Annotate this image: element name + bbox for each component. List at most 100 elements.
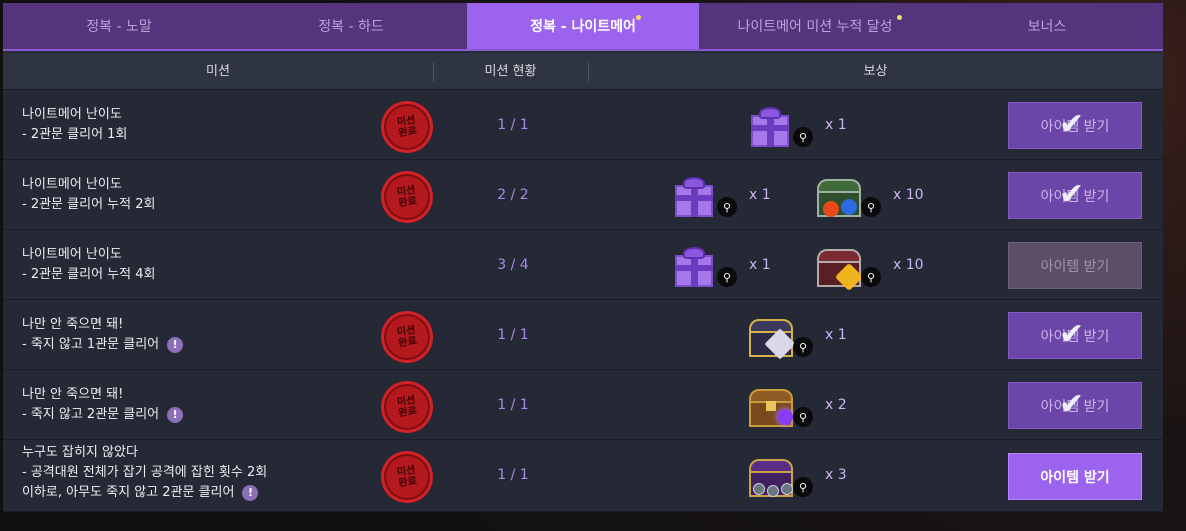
- stamp-text: 완료: [397, 335, 418, 350]
- header-mission: 미션: [206, 64, 230, 79]
- header-status: 미션 현황: [484, 64, 537, 79]
- info-icon[interactable]: !: [167, 406, 184, 423]
- check-icon: ✔: [1059, 107, 1085, 142]
- purple-rune-chest-icon[interactable]: [745, 453, 797, 501]
- mission-row: 누구도 잡히지 않았다 - 공격대원 전체가 잡기 공격에 잡힌 횟수 2회 이…: [3, 441, 1163, 512]
- magnify-icon[interactable]: ⚲: [717, 267, 737, 287]
- reward-slot: ⚲ x 10: [813, 243, 924, 292]
- stamp-text: 완료: [397, 125, 418, 140]
- mission-progress: 1 / 1: [497, 117, 529, 133]
- mission-progress: 1 / 1: [497, 397, 529, 413]
- reward-quantity: x 1: [825, 327, 847, 343]
- mission-panel: 정복 - 노말 정복 - 하드 정복 - 나이트메어 나이트메어 미션 누적 달…: [3, 3, 1163, 512]
- notification-dot: [897, 15, 902, 20]
- tab-label: 정복 - 노말: [86, 19, 152, 35]
- mission-row: 나이트메어 난이도 - 2관문 클리어 누적 4회 3 / 4 ⚲ x 1 ⚲ …: [3, 231, 1163, 300]
- reward-quantity: x 3: [825, 467, 847, 483]
- mission-complete-stamp: 미션 완료: [377, 307, 437, 367]
- mission-complete-stamp: 미션 완료: [377, 167, 437, 227]
- stamp-text: 완료: [397, 195, 418, 210]
- reward-slot: ⚲ x 1: [745, 103, 847, 151]
- claim-item-button[interactable]: 아이템 받기 ✔: [1008, 172, 1142, 219]
- tab-conquest-hard[interactable]: 정복 - 하드: [235, 3, 467, 49]
- magnify-icon[interactable]: ⚲: [861, 267, 881, 287]
- tab-nightmare-cumulative[interactable]: 나이트메어 미션 누적 달성: [699, 3, 931, 49]
- mission-detail: - 2관문 클리어 1회: [22, 127, 128, 142]
- tab-label: 정복 - 하드: [318, 19, 384, 35]
- mission-title: 나이트메어 난이도: [22, 177, 122, 192]
- reward-slot: ⚲ x 1: [669, 243, 771, 291]
- claim-item-button[interactable]: 아이템 받기: [1008, 453, 1142, 500]
- gold-crystal-chest-icon[interactable]: [745, 313, 797, 361]
- reward-quantity: x 10: [893, 187, 924, 203]
- reward-quantity: x 1: [749, 257, 771, 273]
- mission-detail: - 2관문 클리어 누적 2회: [22, 197, 156, 212]
- stamp-text: 완료: [397, 475, 418, 490]
- mission-row: 나만 안 죽으면 돼! - 죽지 않고 2관문 클리어! 미션 완료 1 / 1 …: [3, 371, 1163, 440]
- tab-conquest-nightmare[interactable]: 정복 - 나이트메어: [467, 3, 699, 49]
- mission-description: 누구도 잡히지 않았다 - 공격대원 전체가 잡기 공격에 잡힌 횟수 2회 이…: [22, 443, 267, 503]
- claim-item-button[interactable]: 아이템 받기 ✔: [1008, 382, 1142, 429]
- reward-slot: ⚲ x 3: [745, 453, 847, 501]
- reward-quantity: x 1: [825, 117, 847, 133]
- info-icon[interactable]: !: [167, 336, 184, 353]
- header-reward: 보상: [863, 64, 888, 79]
- mission-description: 나만 안 죽으면 돼! - 죽지 않고 2관문 클리어!: [22, 385, 184, 425]
- mission-row: 나만 안 죽으면 돼! - 죽지 않고 1관문 클리어! 미션 완료 1 / 1 …: [3, 301, 1163, 370]
- mission-complete-stamp: 미션 완료: [377, 447, 437, 507]
- stamp-text: 완료: [397, 405, 418, 420]
- mission-title: 나만 안 죽으면 돼!: [22, 387, 124, 402]
- mission-complete-stamp: 미션 완료: [377, 377, 437, 437]
- mission-title: 나이트메어 난이도: [22, 247, 122, 262]
- mission-row: 나이트메어 난이도 - 2관문 클리어 누적 2회 미션 완료 2 / 2 ⚲ x…: [3, 161, 1163, 230]
- check-icon: ✔: [1059, 387, 1085, 422]
- check-icon: ✔: [1059, 317, 1085, 352]
- tab-bonus[interactable]: 보너스: [931, 3, 1163, 49]
- purple-gift-box-icon[interactable]: [745, 103, 797, 151]
- mission-detail: - 죽지 않고 1관문 클리어: [22, 337, 160, 352]
- reward-slot: ⚲ x 10: [813, 173, 924, 221]
- claim-item-button[interactable]: 아이템 받기: [1008, 242, 1142, 289]
- mission-detail-continued: 이하로, 아무도 죽지 않고 2관문 클리어: [22, 485, 235, 500]
- claim-label: 아이템 받기: [1040, 469, 1110, 486]
- tab-label: 정복 - 나이트메어: [530, 19, 636, 35]
- mission-detail: - 죽지 않고 2관문 클리어: [22, 407, 160, 422]
- reward-quantity: x 1: [749, 187, 771, 203]
- magnify-icon[interactable]: ⚲: [717, 197, 737, 217]
- tab-label: 보너스: [1027, 19, 1067, 35]
- green-gem-chest-icon[interactable]: [813, 173, 865, 221]
- mission-detail: - 2관문 클리어 누적 4회: [22, 267, 156, 282]
- magnify-icon[interactable]: ⚲: [861, 197, 881, 217]
- mission-title: 누구도 잡히지 않았다: [22, 445, 138, 460]
- mission-description: 나이트메어 난이도 - 2관문 클리어 누적 2회: [22, 175, 155, 215]
- claim-item-button[interactable]: 아이템 받기 ✔: [1008, 312, 1142, 359]
- magnify-icon[interactable]: ⚲: [793, 407, 813, 427]
- tab-conquest-normal[interactable]: 정복 - 노말: [3, 3, 235, 49]
- mission-description: 나이트메어 난이도 - 2관문 클리어 누적 4회: [22, 245, 155, 285]
- magnify-icon[interactable]: ⚲: [793, 337, 813, 357]
- mission-title: 나만 안 죽으면 돼!: [22, 317, 124, 332]
- mission-row: 나이트메어 난이도 - 2관문 클리어 1회 미션 완료 1 / 1 ⚲ x 1 …: [3, 91, 1163, 160]
- mission-description: 나이트메어 난이도 - 2관문 클리어 1회: [22, 105, 127, 145]
- reward-quantity: x 10: [893, 257, 924, 273]
- claim-item-button[interactable]: 아이템 받기 ✔: [1008, 102, 1142, 149]
- reward-quantity: x 2: [825, 397, 847, 413]
- magnify-icon[interactable]: ⚲: [793, 477, 813, 497]
- table-header: 미션 미션 현황 보상: [3, 53, 1163, 90]
- wooden-orb-chest-icon[interactable]: [745, 383, 797, 431]
- purple-gift-box-icon[interactable]: [669, 243, 721, 291]
- notification-dot: [636, 15, 641, 20]
- mission-description: 나만 안 죽으면 돼! - 죽지 않고 1관문 클리어!: [22, 315, 184, 355]
- reward-slot: ⚲ x 1: [669, 173, 771, 221]
- red-gem-chest-icon[interactable]: [813, 243, 865, 292]
- check-icon: ✔: [1059, 177, 1085, 212]
- mission-complete-stamp: 미션 완료: [377, 97, 437, 157]
- reward-slot: ⚲ x 1: [745, 313, 847, 361]
- tab-bar: 정복 - 노말 정복 - 하드 정복 - 나이트메어 나이트메어 미션 누적 달…: [3, 3, 1163, 51]
- info-icon[interactable]: !: [242, 484, 259, 501]
- purple-gift-box-icon[interactable]: [669, 173, 721, 221]
- magnify-icon[interactable]: ⚲: [793, 127, 813, 147]
- mission-progress: 3 / 4: [497, 257, 529, 273]
- mission-progress: 1 / 1: [497, 467, 529, 483]
- claim-label: 아이템 받기: [1040, 258, 1110, 275]
